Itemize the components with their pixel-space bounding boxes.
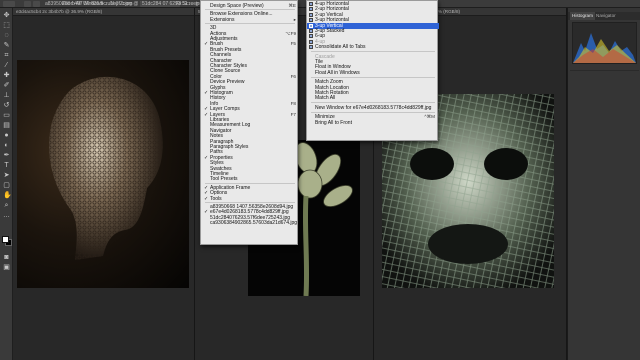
arrange-submenu-item[interactable]: Bring All to Front xyxy=(307,120,439,126)
layout-icon xyxy=(309,7,313,12)
window-menu-item-label: Tool Presets xyxy=(210,176,238,183)
toolbox: ✥ ⬚ ◌ ✎ ⌗ ⁄ ✚ ✐ ⊥ ↺ ▭ ▤ ● ◐ ✒ T ➤ ▢ ✋ ⌕ … xyxy=(0,8,13,360)
healing-brush-tool-icon[interactable]: ✚ xyxy=(3,72,10,79)
menu-separator xyxy=(205,202,295,203)
arrange-submenu-item[interactable]: New Window for e67e4d0268183.5778c4dd829… xyxy=(307,105,439,111)
pen-tool-icon[interactable]: ✒ xyxy=(3,152,10,159)
zoom-out-icon[interactable] xyxy=(33,1,40,7)
menu-separator xyxy=(205,182,295,184)
window-menu-item[interactable]: Design Space (Preview) ⌘E xyxy=(201,3,299,9)
menu-separator xyxy=(205,9,295,11)
eyedropper-tool-icon[interactable]: ⁄ xyxy=(3,62,10,69)
panel-tabs: Histogram Navigator xyxy=(568,12,640,20)
scrubby-zoom-label[interactable]: Scrubby Zoom xyxy=(100,0,133,8)
arrange-submenu-item[interactable]: Match All xyxy=(307,95,439,101)
layout-icon xyxy=(309,18,313,23)
histogram-graph xyxy=(572,22,637,64)
crop-tool-icon[interactable]: ⌗ xyxy=(3,52,10,59)
fit-screen-button[interactable]: Fit Screen xyxy=(176,0,199,8)
panel-dock: Histogram Navigator xyxy=(567,8,640,360)
window-menu-item-label: Tools xyxy=(210,195,222,202)
shape-tool-icon[interactable]: ▢ xyxy=(3,182,10,189)
shortcut-label: ▸ xyxy=(293,16,296,22)
window-menu: Design Space (Preview) ⌘E Browse Extension… xyxy=(200,0,298,245)
zoom-all-windows-label[interactable]: Zoom All Windows xyxy=(62,0,103,8)
screen-mode-icon[interactable]: ▣ xyxy=(3,264,10,271)
dodge-tool-icon[interactable]: ◐ xyxy=(3,142,10,149)
window-menu-item[interactable]: ✓ Tools xyxy=(201,196,299,202)
arrange-submenu-item-label: Float All in Windows xyxy=(315,69,360,76)
zoom-tool-icon[interactable]: ⌕ xyxy=(3,202,10,209)
tab-histogram[interactable]: Histogram xyxy=(570,12,595,20)
arrange-submenu-item[interactable]: Float All in Windows xyxy=(307,70,439,76)
document-tab-1[interactable]: e3d4ac5cb4 2c 3b4b7b @ 36.9% (RGB/8) xyxy=(13,8,194,16)
eraser-tool-icon[interactable]: ▭ xyxy=(3,112,10,119)
type-tool-icon[interactable]: T xyxy=(3,162,10,169)
tab-navigator[interactable]: Navigator xyxy=(594,12,618,20)
submenu-separator xyxy=(311,51,435,53)
arrange-submenu-item-label: Bring All to Front xyxy=(315,119,352,126)
layout-icon xyxy=(309,23,313,28)
window-menu-item[interactable]: ca9306384902865.57603da21d674.jpg xyxy=(201,220,299,226)
arrange-submenu: 4-up Horizontal 2-up Horizontal 2-up Verti… xyxy=(306,0,439,141)
document-tab-1-label: e3d4ac5cb4 2c 3b4b7b @ 36.9% (RGB/8) xyxy=(16,9,103,14)
marquee-tool-icon[interactable]: ⬚ xyxy=(3,22,10,29)
gradient-tool-icon[interactable]: ▤ xyxy=(3,122,10,129)
zoom-in-icon[interactable] xyxy=(24,1,31,7)
head-sculpture-image xyxy=(49,76,163,260)
histogram-curve xyxy=(573,33,636,63)
zoom-tool-preset-icon[interactable] xyxy=(3,1,15,7)
layout-icon xyxy=(309,12,313,17)
window-menu-item[interactable]: Extensions ▸ xyxy=(201,17,299,23)
blur-tool-icon[interactable]: ● xyxy=(3,132,10,139)
history-brush-tool-icon[interactable]: ↺ xyxy=(3,102,10,109)
arrange-submenu-item-label: Match All xyxy=(315,95,336,102)
lasso-tool-icon[interactable]: ◌ xyxy=(3,32,10,39)
arrange-submenu-item-label: Consolidate All to Tabs xyxy=(315,44,366,51)
document-window-1[interactable]: e3d4ac5cb4 2c 3b4b7b @ 36.9% (RGB/8) xyxy=(13,8,195,360)
quick-mask-icon[interactable]: ◙ xyxy=(3,254,10,261)
foreground-color-swatch[interactable] xyxy=(2,236,9,243)
path-select-tool-icon[interactable]: ➤ xyxy=(3,172,10,179)
more-tools-icon[interactable]: … xyxy=(3,212,10,219)
canvas-head-sculpture[interactable] xyxy=(17,60,189,288)
window-menu-item[interactable]: Tool Presets xyxy=(201,176,299,182)
checkmark-icon: ✓ xyxy=(204,195,209,202)
layout-icon xyxy=(309,2,313,6)
menu-separator xyxy=(205,23,295,25)
submenu-separator xyxy=(311,111,435,113)
quick-select-tool-icon[interactable]: ✎ xyxy=(3,42,10,49)
layout-icon xyxy=(309,34,313,39)
move-tool-icon[interactable]: ✥ xyxy=(3,12,10,19)
arrange-submenu-item-label: New Window for e67e4d0268183.5778c4dd829… xyxy=(315,104,432,111)
layout-icon xyxy=(309,45,313,50)
panel-divider xyxy=(570,70,639,71)
shortcut-label: ⌘E xyxy=(288,3,296,8)
submenu-separator xyxy=(311,102,435,104)
layout-icon xyxy=(309,29,313,33)
arrange-submenu-item[interactable]: Consolidate All to Tabs xyxy=(307,44,439,50)
submenu-separator xyxy=(311,76,435,78)
clone-stamp-tool-icon[interactable]: ⊥ xyxy=(3,92,10,99)
window-menu-item-label: ca9306384902865.57603da21d674.jpg xyxy=(210,220,298,227)
window-menu-item-label: Extensions xyxy=(210,16,235,23)
layout-icon xyxy=(309,39,313,44)
window-menu-item-label: Design Space (Preview) xyxy=(210,3,264,9)
brush-tool-icon[interactable]: ✐ xyxy=(3,82,10,89)
hand-tool-icon[interactable]: ✋ xyxy=(3,192,12,199)
